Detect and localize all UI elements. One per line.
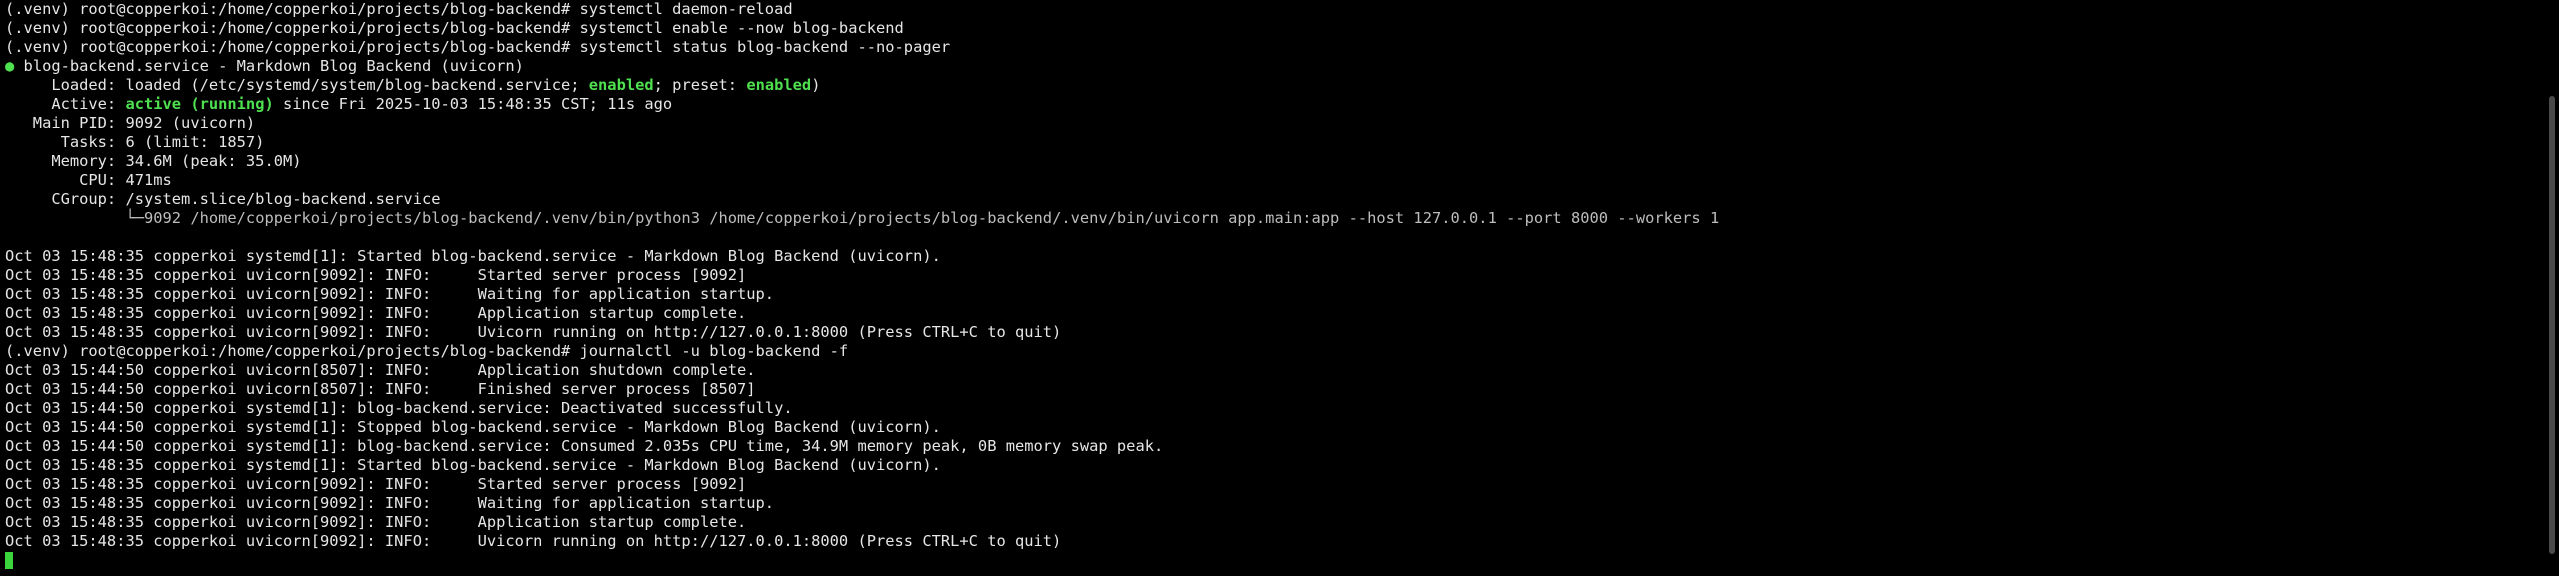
active-label: Active: — [5, 95, 126, 113]
active-status: active (running) — [125, 95, 274, 113]
loaded-close-paren: ) — [811, 76, 821, 94]
active-since: since Fri 2025-10-03 15:48:35 CST; 11s a… — [273, 95, 673, 113]
terminal-line: (.venv) root@copperkoi:/home/copperkoi/p… — [5, 342, 849, 360]
preset-text: ; preset: — [653, 76, 747, 94]
cpu-line: CPU: 471ms — [5, 171, 172, 189]
terminal-line: (.venv) root@copperkoi:/home/copperkoi/p… — [5, 19, 904, 37]
log-line: Oct 03 15:48:35 copperkoi uvicorn[9092]:… — [5, 532, 1062, 550]
tasks-line: Tasks: 6 (limit: 1857) — [5, 133, 265, 151]
preset-enabled-status: enabled — [746, 76, 812, 94]
active-line: Active: active (running) since Fri 2025-… — [5, 95, 2540, 114]
terminal-output[interactable]: (.venv) root@copperkoi:/home/copperkoi/p… — [0, 0, 2540, 576]
memory-line: Memory: 34.6M (peak: 35.0M) — [5, 152, 302, 170]
main-pid-line: Main PID: 9092 (uvicorn) — [5, 114, 256, 132]
terminal-cursor[interactable] — [5, 552, 13, 569]
cgroup-process: └─9092 /home/copperkoi/projects/blog-bac… — [125, 209, 1720, 227]
cursor-line — [5, 551, 2540, 570]
cgroup-process-line: └─9092 /home/copperkoi/projects/blog-bac… — [5, 209, 2540, 228]
log-line: Oct 03 15:48:35 copperkoi uvicorn[9092]:… — [5, 323, 1062, 341]
scrollbar-thumb[interactable] — [2549, 96, 2555, 554]
loaded-text: Loaded: loaded (/etc/systemd/system/blog… — [5, 76, 589, 94]
log-line: Oct 03 15:48:35 copperkoi uvicorn[9092]:… — [5, 494, 775, 512]
log-line: Oct 03 15:44:50 copperkoi uvicorn[8507]:… — [5, 380, 756, 398]
log-line: Oct 03 15:48:35 copperkoi uvicorn[9092]:… — [5, 285, 775, 303]
log-line: Oct 03 15:44:50 copperkoi systemd[1]: St… — [5, 418, 941, 436]
log-line: Oct 03 15:48:35 copperkoi uvicorn[9092]:… — [5, 513, 747, 531]
log-line: Oct 03 15:48:35 copperkoi uvicorn[9092]:… — [5, 266, 747, 284]
log-line: Oct 03 15:48:35 copperkoi systemd[1]: St… — [5, 247, 941, 265]
terminal-line: (.venv) root@copperkoi:/home/copperkoi/p… — [5, 0, 793, 18]
service-title: blog-backend.service - Markdown Blog Bac… — [14, 57, 524, 75]
log-line: Oct 03 15:48:35 copperkoi uvicorn[9092]:… — [5, 304, 747, 322]
log-line: Oct 03 15:44:50 copperkoi systemd[1]: bl… — [5, 437, 1164, 455]
loaded-line: Loaded: loaded (/etc/systemd/system/blog… — [5, 76, 2540, 95]
status-dot-icon: ● — [5, 57, 15, 75]
log-line: Oct 03 15:44:50 copperkoi systemd[1]: bl… — [5, 399, 793, 417]
enabled-status: enabled — [588, 76, 654, 94]
cgroup-indent — [5, 209, 125, 227]
cgroup-line: CGroup: /system.slice/blog-backend.servi… — [5, 190, 441, 208]
log-line: Oct 03 15:48:35 copperkoi uvicorn[9092]:… — [5, 475, 747, 493]
log-line: Oct 03 15:44:50 copperkoi uvicorn[8507]:… — [5, 361, 756, 379]
service-header-line: ● blog-backend.service - Markdown Blog B… — [5, 57, 2540, 76]
log-line: Oct 03 15:48:35 copperkoi systemd[1]: St… — [5, 456, 941, 474]
scrollbar[interactable] — [2540, 0, 2559, 576]
terminal-line: (.venv) root@copperkoi:/home/copperkoi/p… — [5, 38, 951, 56]
